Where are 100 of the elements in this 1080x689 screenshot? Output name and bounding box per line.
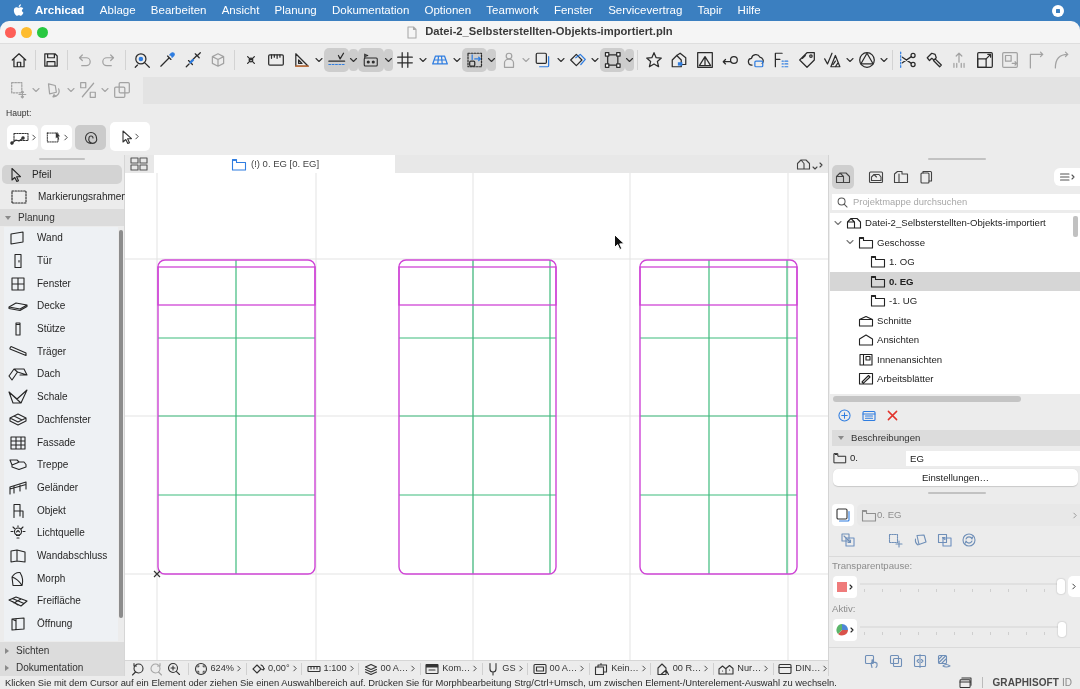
tool-item[interactable]: Schale bbox=[4, 385, 118, 409]
tool-item[interactable]: Träger bbox=[4, 340, 118, 364]
view-setting[interactable]: 00 A… bbox=[362, 661, 417, 676]
tool-item[interactable]: Geländer bbox=[4, 476, 118, 500]
scissors-icon[interactable] bbox=[899, 51, 918, 69]
zoom-back-icon[interactable] bbox=[131, 661, 145, 676]
tool-item[interactable]: Fenster bbox=[4, 272, 118, 296]
hammer-icon[interactable] bbox=[924, 51, 943, 69]
tool-item[interactable]: Objekt bbox=[4, 499, 118, 522]
search-bar[interactable]: Projektmappe durchsuchen bbox=[832, 194, 1080, 210]
tool-item[interactable]: Pfeil bbox=[2, 165, 122, 184]
menu-item[interactable]: Dokumentation bbox=[324, 3, 417, 18]
tree-item[interactable]: Schnitte bbox=[830, 310, 1080, 330]
tree-item[interactable]: Arbeitsblätter bbox=[830, 369, 1080, 389]
caret-icon[interactable] bbox=[880, 57, 888, 63]
tool-button[interactable] bbox=[110, 122, 150, 151]
window-stack-icon[interactable] bbox=[959, 677, 973, 688]
ruler-icon[interactable] bbox=[267, 51, 286, 69]
section-header[interactable]: Planung bbox=[0, 209, 124, 226]
view-setting[interactable]: DIN… bbox=[776, 661, 829, 676]
copy-select-icon[interactable] bbox=[889, 654, 903, 668]
view-setting[interactable]: 624% bbox=[192, 661, 243, 676]
settings-button[interactable]: Einstellungen… bbox=[833, 469, 1078, 486]
tree-item[interactable]: Innenansichten bbox=[830, 349, 1080, 369]
caret-icon[interactable] bbox=[625, 49, 634, 71]
book-icon[interactable] bbox=[893, 170, 909, 184]
caret-icon[interactable] bbox=[418, 57, 427, 63]
cross-icon[interactable] bbox=[887, 410, 898, 421]
menu-item[interactable]: Ansicht bbox=[214, 3, 267, 18]
grid-view-icon[interactable] bbox=[130, 157, 148, 171]
view-setting[interactable]: Kein… bbox=[592, 661, 648, 676]
tool-item[interactable]: Öffnung bbox=[4, 612, 118, 636]
tool-item[interactable]: Stütze bbox=[4, 317, 118, 341]
caret-icon[interactable] bbox=[845, 57, 854, 63]
stop-circle-icon[interactable] bbox=[1052, 4, 1064, 17]
home-icon[interactable] bbox=[9, 51, 28, 69]
refresh-icon[interactable] bbox=[962, 533, 976, 547]
section-header[interactable]: Sichten bbox=[0, 642, 124, 659]
pages-icon[interactable] bbox=[918, 170, 934, 184]
tree-item[interactable]: 0. EG bbox=[830, 271, 1080, 291]
caret-icon[interactable] bbox=[556, 57, 565, 63]
caret-icon[interactable] bbox=[315, 57, 323, 63]
menu-item[interactable]: Optionen bbox=[416, 3, 479, 18]
snap-box-icon[interactable] bbox=[461, 48, 487, 72]
tree-item[interactable]: 1. OG bbox=[830, 252, 1080, 272]
split-box-icon[interactable] bbox=[913, 654, 927, 668]
layers-square-icon[interactable] bbox=[832, 504, 854, 526]
rotate-select-icon[interactable] bbox=[913, 533, 929, 547]
hatch-box-icon[interactable] bbox=[937, 654, 951, 668]
caret-icon[interactable] bbox=[487, 49, 496, 71]
tool-item[interactable]: Dachfenster bbox=[4, 408, 118, 432]
tree-item[interactable]: Datei-2_Selbsterstellten-Objekts-importiert bbox=[830, 213, 1080, 233]
tool-item[interactable]: Fassade bbox=[4, 431, 118, 454]
section-header[interactable]: Beschreibungen bbox=[832, 430, 1080, 446]
tool-button[interactable] bbox=[41, 125, 72, 150]
menu-item[interactable]: Tapir bbox=[689, 3, 730, 18]
view-setting[interactable]: 00 A… bbox=[531, 661, 586, 676]
slider-thumb[interactable] bbox=[1058, 622, 1066, 637]
menu-item[interactable]: Archicad bbox=[25, 3, 93, 18]
name-field[interactable]: EG bbox=[906, 450, 1080, 466]
color-swatch-icon[interactable] bbox=[833, 575, 857, 598]
grid-icon[interactable] bbox=[396, 51, 415, 69]
menu-item[interactable]: Planung bbox=[266, 3, 325, 18]
scrollbar-thumb[interactable] bbox=[119, 230, 123, 618]
tool-item[interactable]: Dach bbox=[4, 363, 118, 386]
close-button[interactable] bbox=[5, 26, 16, 38]
move-select-icon[interactable] bbox=[888, 533, 904, 547]
tool-item[interactable]: Freifläche bbox=[4, 590, 118, 613]
house-caret-icon[interactable] bbox=[796, 158, 824, 170]
view-tab[interactable]: (!) 0. EG [0. EG] bbox=[154, 155, 395, 173]
cloud-icon[interactable] bbox=[746, 51, 765, 69]
tree-item[interactable]: Ansichten bbox=[830, 330, 1080, 350]
view-setting[interactable]: GS bbox=[485, 661, 525, 676]
view-setting[interactable]: 1:100 bbox=[305, 661, 356, 676]
hand-select-icon[interactable] bbox=[864, 654, 880, 668]
framed-gauge-icon[interactable] bbox=[868, 170, 884, 184]
view-setting[interactable]: 00 R… bbox=[654, 661, 710, 676]
section-header[interactable]: Dokumentation bbox=[0, 659, 124, 676]
view-setting[interactable]: 0,00° bbox=[249, 661, 299, 676]
pie-icon[interactable] bbox=[833, 618, 857, 641]
view-setting[interactable]: Nur… bbox=[716, 661, 770, 676]
mirror-select-icon[interactable] bbox=[937, 533, 953, 547]
apple-icon[interactable] bbox=[12, 3, 25, 18]
pipette-icon[interactable] bbox=[158, 51, 177, 69]
caret-icon[interactable] bbox=[453, 57, 461, 63]
flag-box-icon[interactable] bbox=[358, 48, 384, 72]
triangle-circle-icon[interactable] bbox=[857, 51, 876, 69]
save-icon[interactable] bbox=[42, 51, 61, 69]
resize-arrow-icon[interactable] bbox=[841, 533, 855, 547]
scrollbar-thumb[interactable] bbox=[1073, 216, 1078, 237]
magnifier-icon[interactable] bbox=[132, 51, 151, 69]
tool-item[interactable]: Wand bbox=[4, 227, 118, 250]
diamonds-icon[interactable] bbox=[568, 51, 587, 69]
menu-item[interactable]: Hilfe bbox=[730, 3, 769, 18]
menu-item[interactable]: Ablage bbox=[92, 3, 144, 18]
tool-item[interactable]: Decke bbox=[4, 295, 118, 318]
star-icon[interactable] bbox=[644, 51, 663, 69]
caret-icon[interactable] bbox=[383, 49, 393, 71]
slider-thumb[interactable] bbox=[1057, 579, 1065, 594]
caret-icon[interactable] bbox=[591, 57, 599, 63]
